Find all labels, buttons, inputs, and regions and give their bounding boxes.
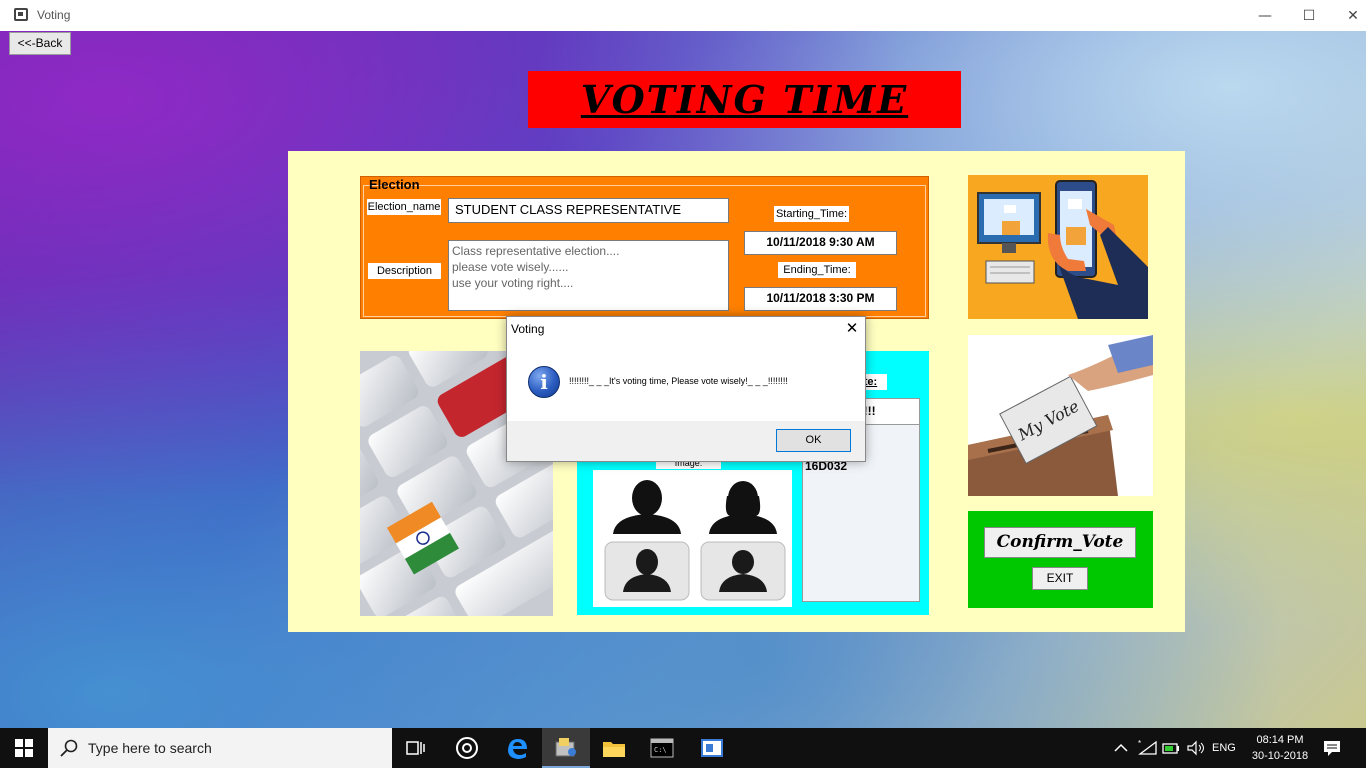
app-icon xyxy=(14,8,28,21)
task-view-icon xyxy=(406,741,425,755)
dialog-message: !!!!!!!!_ _ _It's voting time, Please vo… xyxy=(569,376,788,386)
election-name-label: Election_name xyxy=(367,199,441,215)
notifications-icon[interactable] xyxy=(1322,728,1342,768)
election-group-label: Election xyxy=(369,177,420,192)
taskbar-app-groove[interactable] xyxy=(443,728,491,768)
online-voting-graphic xyxy=(977,180,1148,319)
exit-button[interactable]: EXIT xyxy=(1032,567,1088,590)
description-line: Class representative election.... xyxy=(452,244,620,258)
description-textarea[interactable]: Class representative election.... please… xyxy=(448,240,729,311)
clock-time: 08:14 PM xyxy=(1256,734,1304,746)
ending-time-label: Ending_Time: xyxy=(778,262,856,278)
description-line: use your voting right.... xyxy=(452,276,574,290)
tray-chevron-icon[interactable] xyxy=(1114,728,1128,768)
folder-icon xyxy=(603,742,625,757)
taskbar-app-voting[interactable] xyxy=(542,728,590,768)
message-dialog: Voting ✕ i !!!!!!!!_ _ _It's voting time… xyxy=(506,316,866,462)
taskbar-app-cmd[interactable]: C:\ xyxy=(638,728,686,768)
online-voting-illustration xyxy=(968,175,1148,319)
dialog-title: Voting xyxy=(511,322,545,336)
taskbar-search[interactable]: Type here to search xyxy=(48,728,392,768)
voting-app-icon xyxy=(555,738,576,757)
task-view-button[interactable] xyxy=(392,728,440,768)
taskbar-clock[interactable]: 08:14 PM 30-10-2018 xyxy=(1240,732,1320,764)
svg-text:*: * xyxy=(1138,740,1141,748)
volume-icon[interactable] xyxy=(1186,728,1206,768)
banner-title: VOTING TIME xyxy=(580,77,909,122)
taskbar-app-edge[interactable] xyxy=(493,728,541,768)
taskbar-app-file-explorer[interactable] xyxy=(590,728,638,768)
back-button[interactable]: <<-Back xyxy=(9,32,71,55)
groove-icon xyxy=(456,737,478,759)
windows-icon xyxy=(15,739,33,757)
avatars-graphic xyxy=(604,480,786,601)
window-title: Voting xyxy=(37,8,71,22)
network-icon[interactable]: * xyxy=(1138,728,1158,768)
maximize-button[interactable]: ☐ xyxy=(1286,0,1332,31)
description-line: please vote wisely...... xyxy=(452,260,569,274)
ending-time-field[interactable]: 10/11/2018 3:30 PM xyxy=(744,287,897,311)
title-banner: VOTING TIME xyxy=(528,71,961,128)
close-window-button[interactable]: ✕ xyxy=(1330,0,1366,31)
language-indicator[interactable]: ENG xyxy=(1212,728,1236,768)
election-name-field[interactable]: STUDENT CLASS REPRESENTATIVE xyxy=(448,198,729,223)
dialog-close-button[interactable]: ✕ xyxy=(841,319,863,341)
ok-button[interactable]: OK xyxy=(776,429,851,452)
minimize-button[interactable]: — xyxy=(1242,0,1288,31)
terminal-icon: C:\ xyxy=(650,738,674,758)
search-placeholder: Type here to search xyxy=(88,740,212,756)
taskbar-app-window[interactable] xyxy=(688,728,736,768)
ballot-box-image: My Vote xyxy=(968,335,1153,496)
ballot-graphic: My Vote xyxy=(968,335,1153,496)
starting-time-label: Starting_Time: xyxy=(774,206,849,222)
taskbar: Type here to search C:\ * ENG 08:14 PM 3… xyxy=(0,728,1366,768)
battery-icon[interactable] xyxy=(1162,728,1182,768)
dialog-footer: OK xyxy=(507,421,865,461)
svg-text:C:\: C:\ xyxy=(654,746,667,754)
confirm-vote-button[interactable]: Confirm_Vote xyxy=(984,527,1136,558)
description-label: Description xyxy=(368,263,441,279)
app-window-icon xyxy=(701,739,723,757)
edge-icon xyxy=(508,739,527,759)
window-title-bar: Voting — ☐ ✕ xyxy=(0,0,1366,31)
action-panel xyxy=(968,511,1153,608)
candidate-image xyxy=(593,470,792,607)
clock-date: 30-10-2018 xyxy=(1251,750,1309,762)
start-button[interactable] xyxy=(0,728,48,768)
info-icon: i xyxy=(528,366,560,398)
starting-time-field[interactable]: 10/11/2018 9:30 AM xyxy=(744,231,897,255)
search-icon xyxy=(60,739,78,757)
